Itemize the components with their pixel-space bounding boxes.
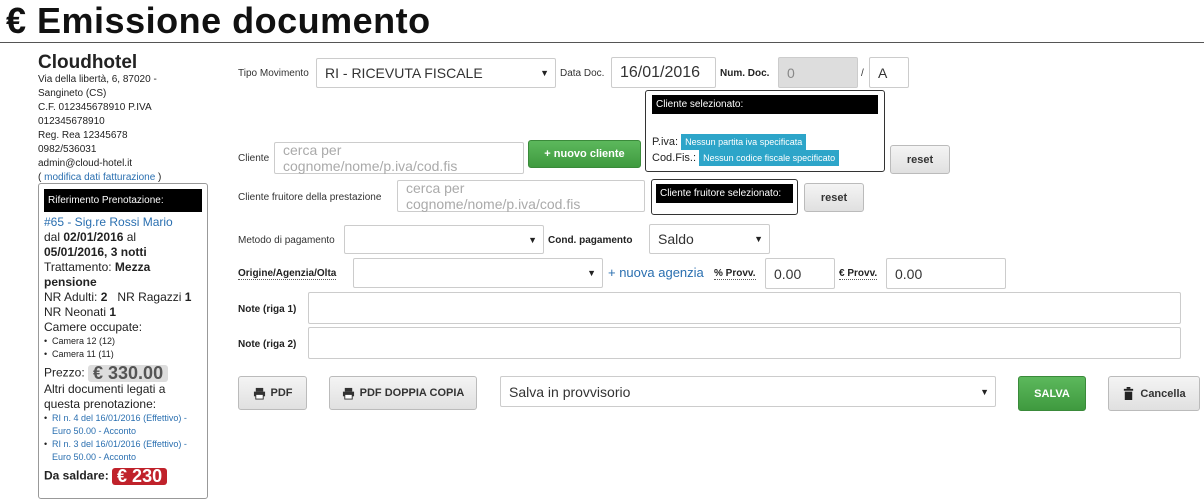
printer-icon <box>342 387 354 400</box>
selected-fruitore-header: Cliente fruitore selezionato: <box>656 184 793 203</box>
booking-to-date: 05/01/2016, 3 notti <box>44 245 147 259</box>
provv-pct-label: % Provv. <box>714 268 756 280</box>
origine-select[interactable]: ▼ <box>353 258 603 288</box>
data-doc-label: Data Doc. <box>560 68 605 79</box>
data-doc-input[interactable]: 16/01/2016 <box>611 57 716 88</box>
page-title: € Emissione documento <box>6 0 431 41</box>
booking-rooms-label: Camere occupate: <box>44 320 143 334</box>
list-item: Camera 12 (12) <box>44 335 202 348</box>
reset-client-button[interactable]: reset <box>890 145 950 174</box>
booking-infants: NR Neonati 1 <box>44 305 117 319</box>
other-docs-list: RI n. 4 del 16/01/2016 (Effettivo) - Eur… <box>44 412 202 464</box>
metodo-pagamento-select[interactable]: ▼ <box>344 225 544 254</box>
tipo-movimento-label: Tipo Movimento <box>238 68 309 79</box>
tipo-movimento-select[interactable]: RI - RICEVUTA FISCALE ▼ <box>316 58 556 88</box>
cliente-search-input[interactable]: cerca per cognome/nome/p.iva/cod.fis <box>274 142 524 174</box>
metodo-pagamento-label: Metodo di pagamento <box>238 235 335 246</box>
trash-icon <box>1124 387 1134 400</box>
company-address-1: Via della libertà, 6, 87020 - <box>38 74 157 85</box>
company-name: Cloudhotel <box>38 52 138 73</box>
note2-input[interactable] <box>308 327 1181 359</box>
company-vat-2: 012345678910 <box>38 116 105 127</box>
booking-treatment: Trattamento: Mezza pensione <box>44 260 151 289</box>
reset-fruitore-button[interactable]: reset <box>804 183 864 212</box>
list-item: RI n. 4 del 16/01/2016 (Effettivo) - Eur… <box>44 412 202 438</box>
client-piva-row: P.iva: Nessun partita iva specificata <box>652 134 878 150</box>
num-doc-input[interactable]: 0 <box>778 57 858 88</box>
booking-ref-link[interactable]: #65 - Sig.re Rossi Mario <box>44 215 173 229</box>
chevron-down-icon: ▼ <box>754 234 763 244</box>
selected-fruitore-box: Cliente fruitore selezionato: <box>651 179 798 215</box>
note1-input[interactable] <box>308 292 1181 324</box>
company-email: admin@cloud-hotel.it <box>38 158 133 169</box>
booking-header: Riferimento Prenotazione: <box>44 189 202 212</box>
codfis-badge: Nessun codice fiscale specificato <box>699 150 840 166</box>
num-doc-label: Num. Doc. <box>720 68 770 79</box>
chevron-down-icon: ▼ <box>980 386 989 397</box>
provv-pct-input[interactable]: 0.00 <box>765 258 835 289</box>
company-phone: 0982/536031 <box>38 144 97 155</box>
company-address-2: Sangineto (CS) <box>38 88 107 99</box>
company-vat: C.F. 012345678910 P.IVA <box>38 102 152 113</box>
selected-client-box: Cliente selezionato: P.iva: Nessun parti… <box>645 90 885 172</box>
other-doc-link[interactable]: RI n. 3 del 16/01/2016 (Effettivo) - Eur… <box>52 439 187 462</box>
cond-pagamento-label: Cond. pagamento <box>548 235 633 246</box>
list-item: RI n. 3 del 16/01/2016 (Effettivo) - Eur… <box>44 438 202 464</box>
chevron-down-icon: ▼ <box>528 234 537 245</box>
company-info: Cloudhotel Via della libertà, 6, 87020 -… <box>38 52 203 185</box>
num-doc-separator: / <box>861 68 864 79</box>
new-agency-link[interactable]: + nuova agenzia <box>608 265 704 280</box>
client-codfis-row: Cod.Fis.: Nessun codice fiscale specific… <box>652 150 878 166</box>
booking-due: Da saldare: € 230 <box>44 467 202 485</box>
num-doc-series-input[interactable]: A <box>869 57 909 88</box>
list-item: Camera 11 (11) <box>44 348 202 361</box>
pdf-double-copy-button[interactable]: PDF DOPPIA COPIA <box>329 376 477 410</box>
origine-label: Origine/Agenzia/Olta <box>238 268 337 280</box>
new-client-button[interactable]: + nuovo cliente <box>528 140 641 168</box>
printer-icon <box>253 387 265 400</box>
pdf-button[interactable]: PDF <box>238 376 307 410</box>
edit-billing-link[interactable]: modifica dati fatturazione <box>44 172 155 183</box>
booking-panel: Riferimento Prenotazione: #65 - Sig.re R… <box>38 183 208 499</box>
note1-label: Note (riga 1) <box>238 304 297 315</box>
piva-badge: Nessun partita iva specificata <box>681 134 807 150</box>
save-button[interactable]: SALVA <box>1018 376 1086 411</box>
company-rea: Reg. Rea 12345678 <box>38 130 128 141</box>
title-divider <box>0 42 1204 43</box>
note2-label: Note (riga 2) <box>238 339 297 350</box>
provv-eur-input[interactable]: 0.00 <box>886 258 1006 289</box>
other-docs-label: Altri documenti legati a questa prenotaz… <box>44 382 166 411</box>
selected-client-header: Cliente selezionato: <box>652 95 878 114</box>
provv-eur-label: € Provv. <box>839 268 878 280</box>
cancel-button[interactable]: Cancella <box>1108 376 1200 411</box>
price-badge: € 330.00 <box>88 364 169 382</box>
booking-rooms-list: Camera 12 (12) Camera 11 (11) <box>44 335 202 361</box>
other-doc-link[interactable]: RI n. 4 del 16/01/2016 (Effettivo) - Eur… <box>52 413 187 436</box>
cond-pagamento-select[interactable]: Saldo ▼ <box>649 224 770 254</box>
chevron-down-icon: ▼ <box>540 68 549 78</box>
chevron-down-icon: ▼ <box>587 268 596 278</box>
booking-price: Prezzo: € 330.00 <box>44 364 202 382</box>
booking-guests: NR Adulti: 2 NR Ragazzi 1 <box>44 290 192 304</box>
booking-dates: dal 02/01/2016 al <box>44 230 137 244</box>
due-badge: € 230 <box>112 467 168 485</box>
fruitore-label: Cliente fruitore della prestazione <box>238 192 382 203</box>
save-mode-select[interactable]: Salva in provvisorio ▼ <box>500 376 996 407</box>
cliente-label: Cliente <box>238 153 270 164</box>
fruitore-search-input[interactable]: cerca per cognome/nome/p.iva/cod.fis <box>397 180 645 212</box>
